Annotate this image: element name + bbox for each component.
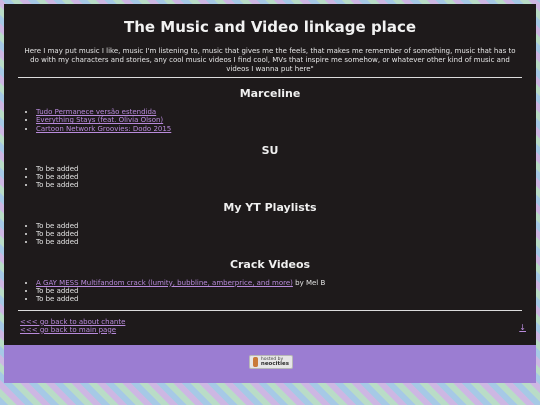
section-heading-su: SU	[261, 143, 279, 157]
yt-list: To be added To be added To be added	[4, 222, 536, 247]
marceline-link-1[interactable]: Tudo Permanece versão estendida	[36, 108, 156, 116]
section-heading-yt-playlists: My YT Playlists	[223, 200, 317, 214]
list-item: Everything Stays (feat. Olivia Olson)	[36, 116, 536, 124]
main-panel: The Music and Video linkage place Here I…	[4, 4, 536, 345]
divider	[18, 309, 522, 311]
crack-list: A GAY MESS Multifandom crack (lumity, bu…	[4, 279, 536, 304]
footer: hosted by neocities	[4, 345, 536, 383]
marceline-link-2[interactable]: Everything Stays (feat. Olivia Olson)	[36, 116, 163, 124]
back-to-main-link[interactable]: <<< go back to main page	[20, 326, 536, 334]
divider	[18, 77, 522, 78]
crack-video-author: by Mel B	[292, 278, 326, 287]
badge-text: hosted by neocities	[261, 357, 289, 367]
list-item: To be added	[36, 173, 536, 181]
back-to-about-link[interactable]: <<< go back to about chante	[20, 318, 536, 326]
badge-name-text: neocities	[260, 361, 289, 367]
list-item: To be added	[36, 287, 536, 295]
page-title: The Music and Video linkage place	[123, 18, 417, 36]
list-item: To be added	[36, 181, 536, 189]
scroll-down-arrow-icon[interactable]: ↓	[519, 323, 526, 332]
list-item: To be added	[36, 222, 536, 230]
list-item: To be added	[36, 165, 536, 173]
list-item: To be added	[36, 295, 536, 303]
crack-video-link[interactable]: A GAY MESS Multifandom crack (lumity, bu…	[36, 279, 293, 287]
list-item: To be added	[36, 238, 536, 246]
section-heading-marceline: Marceline	[239, 87, 301, 100]
nav-links: <<< go back to about chante <<< go back …	[20, 318, 536, 334]
list-item: A GAY MESS Multifandom crack (lumity, bu…	[36, 279, 536, 287]
intro-text: Here I may put music I like, music I'm l…	[24, 47, 516, 73]
marceline-list: Tudo Permanece versão estendida Everythi…	[4, 108, 536, 133]
su-list: To be added To be added To be added	[4, 165, 536, 190]
list-item: Cartoon Network Groovies: Dodo 2015	[36, 125, 536, 133]
neocities-cat-icon	[253, 357, 258, 367]
section-heading-crack-videos: Crack Videos	[229, 257, 311, 271]
neocities-badge[interactable]: hosted by neocities	[249, 355, 293, 369]
list-item: To be added	[36, 230, 536, 238]
list-item: Tudo Permanece versão estendida	[36, 108, 536, 116]
marceline-link-3[interactable]: Cartoon Network Groovies: Dodo 2015	[36, 125, 171, 133]
